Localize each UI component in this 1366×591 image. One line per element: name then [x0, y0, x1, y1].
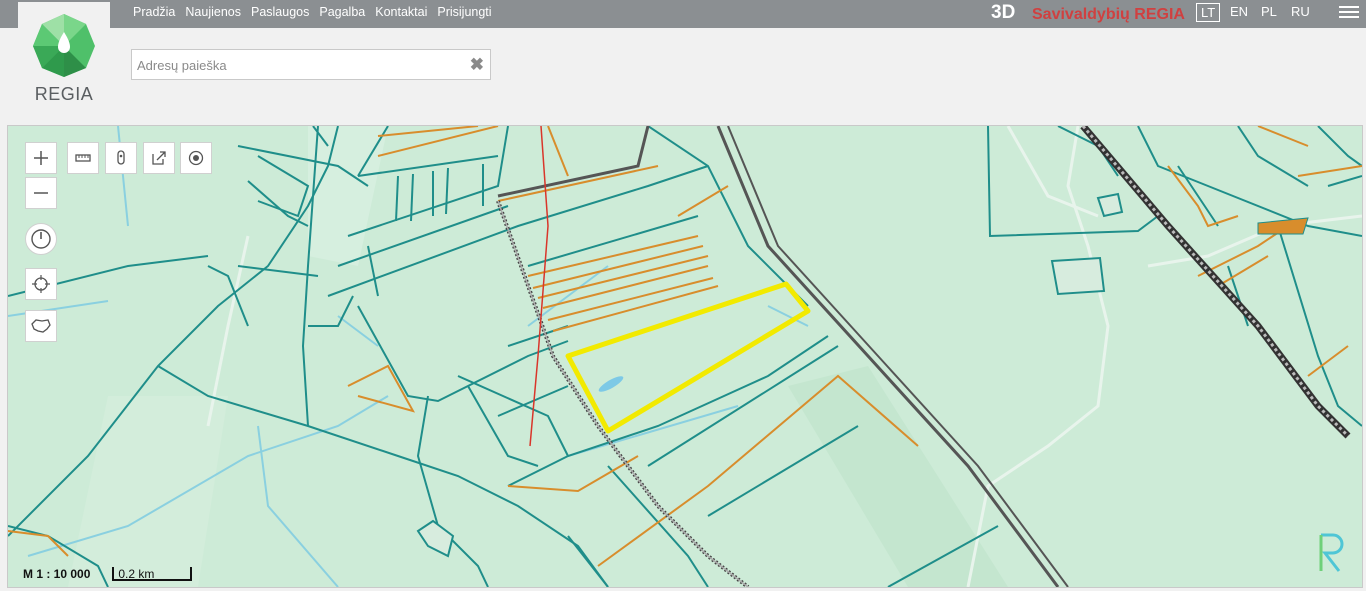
logo-icon — [33, 14, 95, 77]
clear-search-icon[interactable]: ✖ — [470, 55, 484, 75]
nav-pradzia[interactable]: Pradžia — [133, 5, 175, 19]
nav-kontaktai[interactable]: Kontaktai — [375, 5, 427, 19]
nav-naujienos[interactable]: Naujienos — [185, 5, 241, 19]
clock-icon — [31, 229, 51, 249]
top-bar: Pradžia Naujienos Paslaugos Pagalba Kont… — [0, 0, 1366, 28]
history-button[interactable] — [25, 223, 57, 255]
share-button[interactable] — [143, 142, 175, 174]
marker-button[interactable] — [105, 142, 137, 174]
logo[interactable]: REGIA — [18, 2, 110, 120]
logo-text: REGIA — [34, 84, 94, 104]
nav-pagalba[interactable]: Pagalba — [319, 5, 365, 19]
nav-paslaugos[interactable]: Paslaugos — [251, 5, 309, 19]
main-nav: Pradžia Naujienos Paslaugos Pagalba Kont… — [133, 5, 502, 19]
scale-indicator: M 1 : 10 000 0.2 km — [23, 567, 193, 581]
target-dot-icon — [188, 150, 204, 166]
lang-lt[interactable]: LT — [1196, 3, 1221, 22]
nav-prisijungti[interactable]: Prisijungti — [437, 5, 491, 19]
lang-pl[interactable]: PL — [1257, 3, 1281, 20]
crosshair-icon — [32, 275, 50, 293]
scale-ratio: M 1 : 10 000 — [23, 567, 91, 581]
regia-corner-logo — [1319, 533, 1344, 572]
minus-icon — [34, 192, 48, 194]
lithuania-outline-icon — [31, 319, 51, 333]
map-canvas[interactable] — [8, 126, 1362, 587]
search-input[interactable] — [132, 50, 459, 80]
ruler-icon — [75, 154, 91, 162]
brand-title: Savivaldybių REGIA — [1032, 6, 1185, 23]
scale-bar: 0.2 km — [112, 567, 193, 581]
3d-button[interactable]: 3D — [991, 2, 1015, 24]
country-extent-button[interactable] — [25, 310, 57, 342]
address-search: ✖ — [131, 49, 491, 80]
locate-button[interactable] — [25, 268, 57, 300]
menu-icon[interactable] — [1339, 3, 1359, 23]
plus-icon — [34, 151, 48, 165]
zoom-in-button[interactable] — [25, 142, 57, 174]
zoom-out-button[interactable] — [25, 177, 57, 209]
point-button[interactable] — [180, 142, 212, 174]
lang-en[interactable]: EN — [1226, 3, 1252, 20]
lang-ru[interactable]: RU — [1287, 3, 1314, 20]
measure-button[interactable] — [67, 142, 99, 174]
marker-icon — [117, 150, 125, 165]
map-view[interactable]: M 1 : 10 000 0.2 km — [7, 125, 1363, 588]
share-icon — [152, 151, 166, 165]
